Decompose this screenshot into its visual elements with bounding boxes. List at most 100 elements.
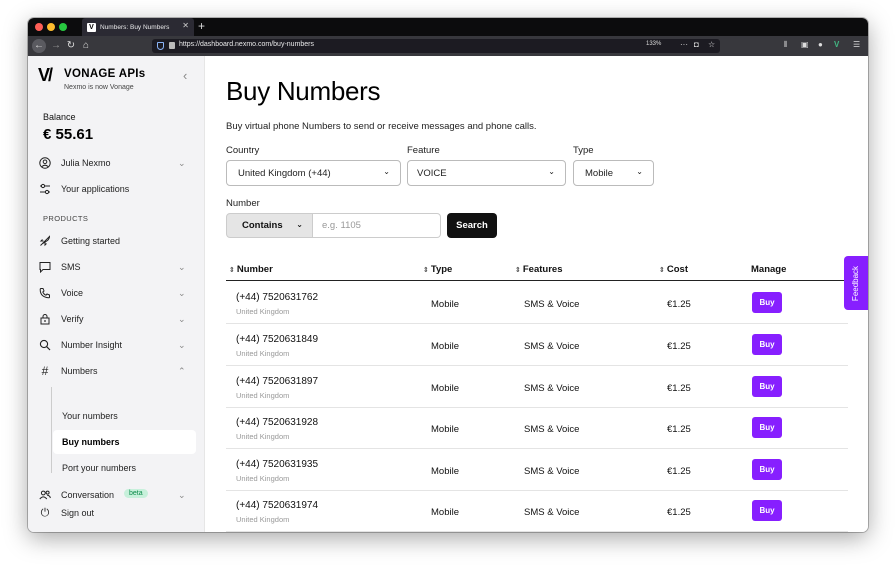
lock-icon[interactable] [169,42,175,49]
address-bar[interactable]: https://dashboard.nexmo.com/buy-numbers … [152,39,720,53]
chevron-down-icon: ⌄ [178,339,186,350]
chevron-down-icon: ⌄ [178,157,186,168]
chevron-down-icon: ⌄ [296,220,303,229]
buy-button[interactable]: Buy [752,376,782,397]
beta-badge: beta [124,489,148,498]
number-search-input[interactable] [313,213,441,238]
back-button[interactable]: ← [32,39,46,53]
buy-button[interactable]: Buy [752,417,782,438]
main-content: Buy Numbers Buy virtual phone Numbers to… [206,56,868,532]
sliders-icon [38,182,52,196]
number-cost: €1.25 [667,507,691,518]
pocket-icon[interactable]: ◘ [694,40,699,49]
sidebar-item-number-insight[interactable]: Number Insight ⌄ [38,334,198,356]
subnav-buy-numbers[interactable]: Buy numbers [53,430,196,454]
minimize-window-button[interactable] [47,23,55,31]
zoom-level[interactable]: 133% [646,41,661,47]
chevron-up-icon: ⌃ [178,365,186,376]
close-window-button[interactable] [35,23,43,31]
column-features[interactable]: ⇕ Features [515,264,562,275]
reload-button[interactable]: ↻ [64,39,78,53]
library-icon[interactable]: ⫴ [784,40,787,50]
type-label: Type [573,145,594,156]
buy-button[interactable]: Buy [752,459,782,480]
sidebar-item-label: Your applications [61,184,130,194]
country-select[interactable]: United Kingdom (+44) ⌄ [226,160,401,186]
forward-button[interactable]: → [49,39,63,53]
sidebar-item-getting-started[interactable]: Getting started [38,230,198,252]
column-type-label: Type [430,264,453,275]
number-label: Number [226,198,260,209]
subnav-your-numbers[interactable]: Your numbers [53,404,196,428]
page-actions-icon[interactable]: ··· [680,40,688,49]
number-features: SMS & Voice [524,424,580,435]
number-type: Mobile [431,424,459,435]
column-type[interactable]: ⇕ Type [423,264,452,275]
chevron-down-icon: ⌄ [178,489,186,500]
column-cost[interactable]: ⇕ Cost [659,264,688,275]
hash-icon: # [41,364,49,378]
buy-button[interactable]: Buy [752,334,782,355]
sidebar-item-applications[interactable]: Your applications [38,178,198,200]
browser-tab[interactable]: V Numbers: Buy Numbers ✕ [82,18,194,36]
column-number-label: Number [236,264,273,275]
sidebar-item-voice[interactable]: Voice ⌄ [38,282,198,304]
phone-number: (+44) 7520631974 [236,500,319,511]
tracking-shield-icon[interactable] [157,42,164,50]
user-menu[interactable]: Julia Nexmo ⌄ [38,152,198,174]
menu-icon[interactable]: ☰ [853,40,860,49]
sidebar-item-verify[interactable]: Verify ⌄ [38,308,198,330]
column-manage: Manage [751,264,787,275]
maximize-window-button[interactable] [59,23,67,31]
number-type: Mobile [431,466,459,477]
sidebar-item-sms[interactable]: SMS ⌄ [38,256,198,278]
vonage-favicon-icon: V [87,22,96,32]
phone-number: (+44) 7520631849 [236,334,319,345]
chevron-down-icon: ⌄ [178,287,186,298]
buy-button[interactable]: Buy [752,292,782,313]
account-icon[interactable]: ● [818,40,823,49]
column-number[interactable]: ⇕ Number [229,264,273,275]
sort-icon: ⇕ [423,267,429,274]
vonage-logo: V/ [38,65,53,85]
type-select[interactable]: Mobile ⌄ [573,160,654,186]
balance-label: Balance [43,112,76,122]
search-icon [38,338,52,352]
type-value: Mobile [585,167,613,179]
number-country: United Kingdom [236,515,290,524]
number-cost: €1.25 [667,383,691,394]
power-icon: ⏻ [40,506,50,519]
feature-value: VOICE [417,167,447,179]
chevron-down-icon: ⌄ [636,167,643,176]
sidebar-item-numbers[interactable]: # Numbers ⌃ [38,360,198,382]
vue-devtools-icon[interactable]: V [834,40,839,49]
table-row: (+44) 7520631897 United Kingdom Mobile S… [226,366,848,408]
number-features: SMS & Voice [524,507,580,518]
bookmark-star-icon[interactable]: ☆ [708,40,715,49]
sidebar-item-label: Numbers [61,366,98,376]
sidebar-item-label: SMS [61,262,81,272]
feedback-tab[interactable]: Feedback [844,256,868,310]
search-button[interactable]: Search [447,213,497,238]
home-button[interactable]: ⌂ [79,39,93,53]
close-tab-icon[interactable]: ✕ [182,21,189,30]
chevron-left-icon[interactable]: ‹ [183,68,187,83]
subnav-port-numbers[interactable]: Port your numbers [53,456,196,480]
new-tab-button[interactable]: + [198,19,205,33]
number-features: SMS & Voice [524,466,580,477]
sign-out-button[interactable]: ⏻ Sign out [38,502,198,524]
sidebar-item-label: Verify [61,314,84,324]
sidebar-toggle-icon[interactable]: ▣ [801,40,809,49]
phone-icon [38,286,52,300]
feedback-label: Feedback [851,265,861,301]
number-features: SMS & Voice [524,299,580,310]
feature-select[interactable]: VOICE ⌄ [407,160,566,186]
number-cost: €1.25 [667,299,691,310]
tab-title: Numbers: Buy Numbers [100,23,170,31]
products-heading: PRODUCTS [43,214,89,223]
buy-button[interactable]: Buy [752,500,782,521]
phone-number: (+44) 7520631762 [236,292,319,303]
match-type-select[interactable]: Contains ⌄ [226,213,313,238]
number-features: SMS & Voice [524,383,580,394]
chevron-down-icon: ⌄ [383,167,390,176]
